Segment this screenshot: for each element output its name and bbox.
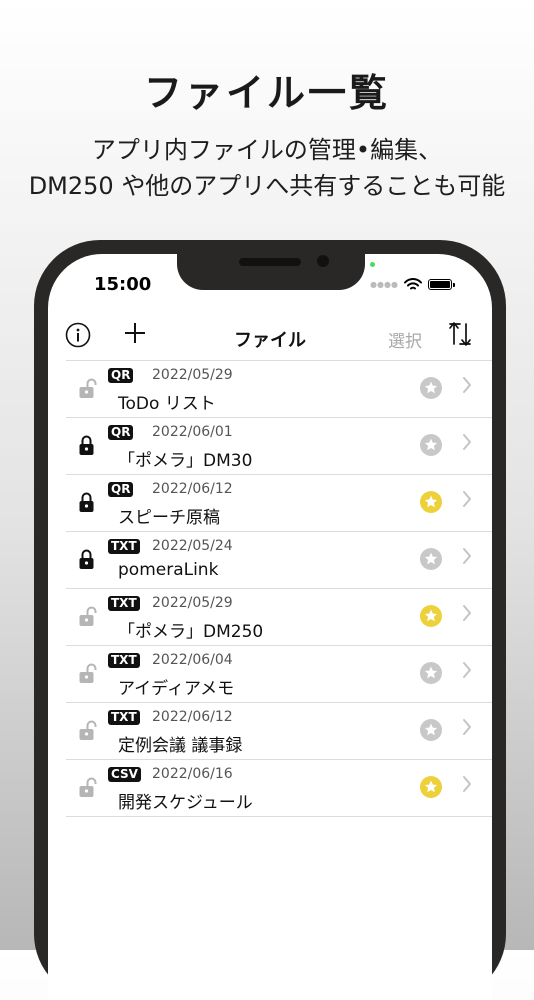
file-date: 2022/05/29 (152, 595, 233, 611)
star-icon[interactable] (420, 605, 442, 627)
file-row[interactable]: QR 2022/06/12 スピーチ原稿 (66, 474, 492, 531)
lock-open-icon[interactable] (78, 720, 98, 746)
file-type-badge: TXT (108, 653, 140, 668)
file-type-badge: TXT (108, 596, 140, 611)
lock-closed-icon[interactable] (78, 492, 98, 518)
privacy-indicator (370, 262, 375, 267)
phone-screen: 15:00 ●●●● ファイル 選択 QR 2022/05/29 ToDo リス… (48, 254, 492, 1000)
file-row[interactable]: TXT 2022/05/29 「ポメラ」DM250 (66, 588, 492, 645)
file-name: 「ポメラ」DM30 (118, 451, 253, 471)
chevron-right-icon (462, 661, 472, 683)
file-date: 2022/06/12 (152, 481, 233, 497)
navigation-bar: ファイル 選択 (48, 316, 492, 360)
file-row[interactable]: TXT 2022/06/04 アイディアメモ (66, 645, 492, 702)
file-type-badge: QR (108, 482, 134, 497)
chevron-right-icon (462, 433, 472, 455)
promo-subline-1: アプリ内ファイルの管理•編集、 (91, 136, 443, 164)
status-time: 15:00 (94, 274, 152, 295)
file-date: 2022/05/29 (152, 367, 233, 383)
star-icon[interactable] (420, 491, 442, 513)
file-date: 2022/06/16 (152, 766, 233, 782)
file-type-badge: QR (108, 425, 134, 440)
lock-closed-icon[interactable] (78, 435, 98, 461)
star-icon[interactable] (420, 548, 442, 570)
front-camera (317, 255, 329, 267)
lock-open-icon[interactable] (78, 777, 98, 803)
file-list: QR 2022/05/29 ToDo リスト QR 2022/06/01 「ポメ… (66, 360, 492, 817)
file-type-badge: TXT (108, 539, 140, 554)
star-icon[interactable] (420, 377, 442, 399)
lock-open-icon[interactable] (78, 606, 98, 632)
file-name: ToDo リスト (118, 394, 216, 414)
promo-headline: ファイル一覧 (143, 71, 390, 115)
page-title: ファイル (234, 330, 306, 351)
file-row[interactable]: QR 2022/06/01 「ポメラ」DM30 (66, 417, 492, 474)
file-date: 2022/05/24 (152, 538, 233, 554)
file-date: 2022/06/04 (152, 652, 233, 668)
star-icon[interactable] (420, 662, 442, 684)
phone-frame: 15:00 ●●●● ファイル 選択 QR 2022/05/29 ToDo リス… (34, 240, 506, 1000)
file-row[interactable]: TXT 2022/06/12 定例会議 議事録 (66, 702, 492, 759)
file-date: 2022/06/12 (152, 709, 233, 725)
chevron-right-icon (462, 775, 472, 797)
promo-subline-2: DM250 や他のアプリへ共有することも可能 (28, 172, 506, 200)
file-type-badge: CSV (108, 767, 141, 782)
file-name: pomeraLink (118, 560, 219, 580)
status-icons: ●●●● (370, 278, 455, 291)
chevron-right-icon (462, 490, 472, 512)
notch (177, 254, 365, 290)
sort-icon[interactable] (448, 320, 472, 348)
file-row[interactable]: QR 2022/05/29 ToDo リスト (66, 360, 492, 417)
battery-icon (427, 279, 455, 290)
speaker-grille (239, 258, 301, 266)
file-name: アイディアメモ (118, 679, 235, 699)
lock-open-icon[interactable] (78, 663, 98, 689)
lock-closed-icon[interactable] (78, 549, 98, 575)
signal-dots-icon: ●●●● (370, 280, 398, 289)
chevron-right-icon (462, 547, 472, 569)
file-name: 「ポメラ」DM250 (118, 622, 264, 642)
file-date: 2022/06/01 (152, 424, 233, 440)
file-row[interactable]: CSV 2022/06/16 開発スケジュール (66, 759, 492, 817)
chevron-right-icon (462, 604, 472, 626)
chevron-right-icon (462, 718, 472, 740)
wifi-icon (403, 278, 422, 290)
file-name: スピーチ原稿 (118, 508, 220, 528)
star-icon[interactable] (420, 776, 442, 798)
chevron-right-icon (462, 376, 472, 398)
lock-open-icon[interactable] (78, 378, 98, 404)
star-icon[interactable] (420, 434, 442, 456)
file-type-badge: QR (108, 368, 134, 383)
file-name: 定例会議 議事録 (118, 736, 243, 756)
select-button[interactable]: 選択 (388, 327, 422, 352)
file-type-badge: TXT (108, 710, 140, 725)
file-name: 開発スケジュール (118, 793, 253, 813)
star-icon[interactable] (420, 719, 442, 741)
file-row[interactable]: TXT 2022/05/24 pomeraLink (66, 531, 492, 588)
